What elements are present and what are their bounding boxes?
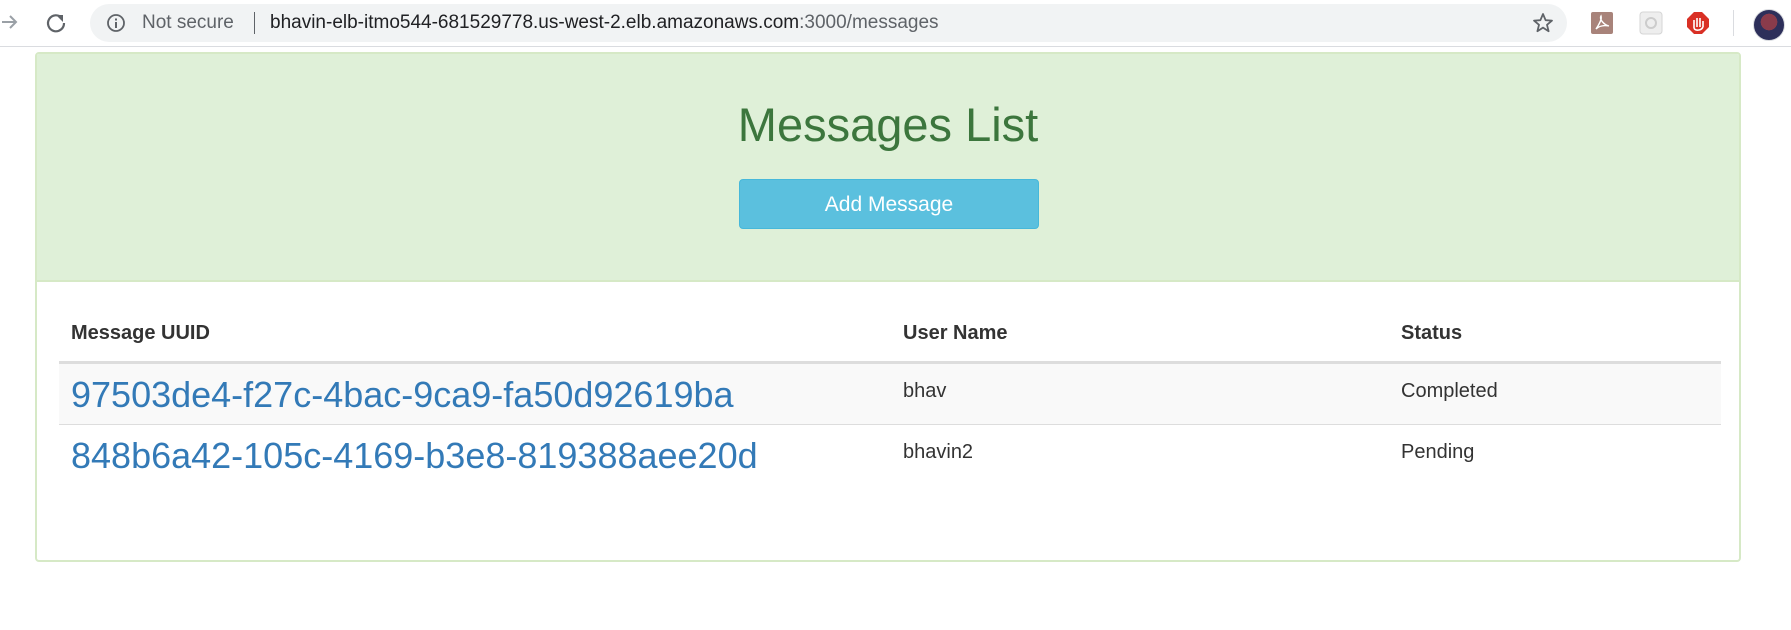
user-cell: bhav: [891, 362, 1389, 425]
browser-toolbar: Not secure bhavin-elb-itmo544-681529778.…: [0, 0, 1791, 47]
address-bar[interactable]: Not secure bhavin-elb-itmo544-681529778.…: [90, 4, 1567, 42]
column-header-status: Status: [1389, 304, 1721, 364]
url-host: bhavin-elb-itmo544-681529778.us-west-2.e…: [270, 12, 800, 33]
profile-avatar[interactable]: [1753, 9, 1785, 41]
user-name: bhav: [903, 380, 947, 402]
column-header-uuid: Message UUID: [59, 304, 891, 364]
table-header-row: Message UUID User Name Status: [59, 304, 1721, 364]
user-name: bhavin2: [903, 441, 974, 463]
stop-hand-icon[interactable]: [1686, 11, 1710, 35]
status-text: Pending: [1401, 441, 1475, 463]
column-header-user: User Name: [891, 304, 1389, 364]
pdf-icon[interactable]: [1590, 11, 1614, 35]
message-uuid-link[interactable]: 848b6a42-105c-4169-b3e8-819388aee20d: [71, 435, 758, 476]
extension-grey-icon[interactable]: [1639, 11, 1663, 35]
uuid-cell: 848b6a42-105c-4169-b3e8-819388aee20d: [59, 424, 891, 485]
toolbar-divider: [1733, 10, 1734, 36]
bookmark-star-icon[interactable]: [1531, 11, 1555, 35]
add-message-button[interactable]: Add Message: [739, 179, 1039, 229]
table-row: 97503de4-f27c-4bac-9ca9-fa50d92619ba bha…: [59, 362, 1721, 425]
url-path: :3000/messages: [799, 12, 939, 33]
page-title: Messages List: [737, 98, 1039, 151]
forward-arrow-icon[interactable]: [0, 11, 20, 33]
panel-heading: Messages List Add Message: [37, 54, 1739, 282]
divider: [254, 12, 255, 34]
table-row: 848b6a42-105c-4169-b3e8-819388aee20d bha…: [59, 424, 1721, 485]
user-cell: bhavin2: [891, 424, 1389, 485]
status-text: Completed: [1401, 380, 1498, 402]
messages-table: Message UUID User Name Status 97503de4-f…: [59, 304, 1721, 485]
status-cell: Pending: [1389, 424, 1721, 485]
security-label[interactable]: Not secure: [142, 13, 234, 33]
url-text[interactable]: bhavin-elb-itmo544-681529778.us-west-2.e…: [270, 13, 939, 33]
status-cell: Completed: [1389, 362, 1721, 425]
messages-panel: Messages List Add Message Message UUID U…: [35, 52, 1741, 562]
reload-icon[interactable]: [44, 11, 68, 35]
uuid-cell: 97503de4-f27c-4bac-9ca9-fa50d92619ba: [59, 362, 891, 425]
message-uuid-link[interactable]: 97503de4-f27c-4bac-9ca9-fa50d92619ba: [71, 374, 734, 415]
info-icon[interactable]: [106, 13, 126, 33]
